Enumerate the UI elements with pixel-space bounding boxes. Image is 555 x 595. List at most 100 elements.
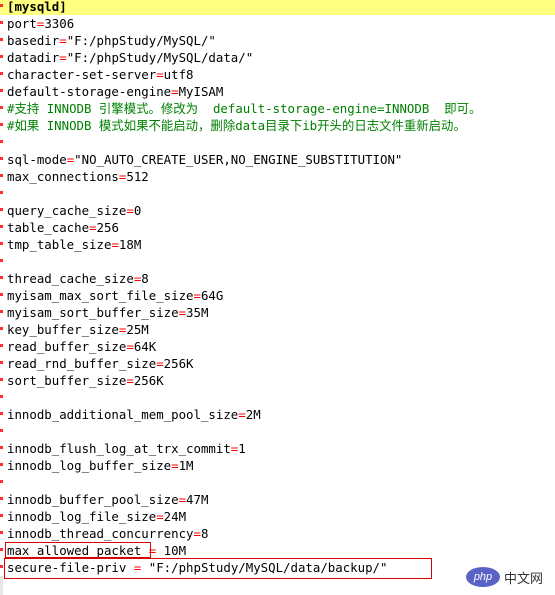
code-line-text: innodb_flush_log_at_trx_commit=1 xyxy=(7,441,246,456)
code-line-text: read_buffer_size=64K xyxy=(7,339,157,354)
code-line[interactable] xyxy=(0,423,555,440)
code-line[interactable]: read_buffer_size=64K xyxy=(0,338,555,355)
fold-marker xyxy=(0,4,3,7)
code-line[interactable]: key_buffer_size=25M xyxy=(0,321,555,338)
fold-marker xyxy=(0,310,3,313)
fold-marker xyxy=(0,89,3,92)
code-line-text: datadir="F:/phpStudy/MySQL/data/" xyxy=(7,50,254,65)
code-line-text: sort_buffer_size=256K xyxy=(7,373,164,388)
fold-marker xyxy=(0,123,3,126)
code-line[interactable]: max_connections=512 xyxy=(0,168,555,185)
code-line[interactable]: #支持 INNODB 引擎模式。修改为 default-storage-engi… xyxy=(0,100,555,117)
code-line-text: #支持 INNODB 引擎模式。修改为 default-storage-engi… xyxy=(7,101,482,116)
code-line-text: innodb_additional_mem_pool_size=2M xyxy=(7,407,261,422)
fold-marker xyxy=(0,225,3,228)
code-line-text: myisam_max_sort_file_size=64G xyxy=(7,288,224,303)
fold-marker xyxy=(0,378,3,381)
fold-marker xyxy=(0,531,3,534)
code-line[interactable]: [mysqld] xyxy=(0,0,555,15)
code-line[interactable] xyxy=(0,389,555,406)
code-line[interactable]: innodb_thread_concurrency=8 xyxy=(0,525,555,542)
code-line[interactable]: myisam_sort_buffer_size=35M xyxy=(0,304,555,321)
code-line-text: default-storage-engine=MyISAM xyxy=(7,84,224,99)
fold-marker xyxy=(0,21,3,24)
fold-marker xyxy=(0,259,3,262)
fold-marker xyxy=(0,55,3,58)
code-line[interactable]: read_rnd_buffer_size=256K xyxy=(0,355,555,372)
code-line[interactable]: #如果 INNODB 模式如果不能启动，删除data目录下ib开头的日志文件重新… xyxy=(0,117,555,134)
code-line-text: [mysqld] xyxy=(7,0,67,14)
fold-marker xyxy=(0,565,3,568)
fold-marker xyxy=(0,276,3,279)
code-line[interactable]: query_cache_size=0 xyxy=(0,202,555,219)
code-line-text: thread_cache_size=8 xyxy=(7,271,149,286)
code-line-text: sql-mode="NO_AUTO_CREATE_USER,NO_ENGINE_… xyxy=(7,152,403,167)
code-line[interactable]: basedir="F:/phpStudy/MySQL/" xyxy=(0,32,555,49)
code-line[interactable]: datadir="F:/phpStudy/MySQL/data/" xyxy=(0,49,555,66)
fold-marker xyxy=(0,463,3,466)
code-line[interactable]: myisam_max_sort_file_size=64G xyxy=(0,287,555,304)
fold-marker xyxy=(0,361,3,364)
code-line-text: secure-file-priv = "F:/phpStudy/MySQL/da… xyxy=(7,560,388,575)
code-line-text: innodb_buffer_pool_size=47M xyxy=(7,492,209,507)
code-line-text: innodb_log_buffer_size=1M xyxy=(7,458,194,473)
fold-marker xyxy=(0,72,3,75)
fold-marker xyxy=(0,548,3,551)
code-line[interactable] xyxy=(0,474,555,491)
code-line[interactable]: innodb_flush_log_at_trx_commit=1 xyxy=(0,440,555,457)
fold-marker xyxy=(0,293,3,296)
fold-marker xyxy=(0,446,3,449)
watermark: php 中文网 xyxy=(466,566,543,588)
code-line[interactable]: character-set-server=utf8 xyxy=(0,66,555,83)
code-line[interactable] xyxy=(0,253,555,270)
code-line[interactable]: table_cache=256 xyxy=(0,219,555,236)
code-line-text: query_cache_size=0 xyxy=(7,203,142,218)
code-line[interactable] xyxy=(0,185,555,202)
code-line-text: table_cache=256 xyxy=(7,220,119,235)
fold-marker xyxy=(0,327,3,330)
code-line-text: max_allowed_packet = 10M xyxy=(7,543,187,558)
code-line[interactable]: innodb_log_file_size=24M xyxy=(0,508,555,525)
fold-marker xyxy=(0,38,3,41)
fold-marker xyxy=(0,106,3,109)
fold-marker xyxy=(0,157,3,160)
fold-marker xyxy=(0,395,3,398)
code-line-text: port=3306 xyxy=(7,16,75,31)
fold-marker xyxy=(0,174,3,177)
php-logo-icon: php xyxy=(466,567,500,587)
code-line-text: character-set-server=utf8 xyxy=(7,67,194,82)
code-line-text: read_rnd_buffer_size=256K xyxy=(7,356,194,371)
code-line[interactable]: innodb_log_buffer_size=1M xyxy=(0,457,555,474)
code-line[interactable]: sort_buffer_size=256K xyxy=(0,372,555,389)
code-line-text: tmp_table_size=18M xyxy=(7,237,142,252)
code-editor[interactable]: [mysqld] port=3306 basedir="F:/phpStudy/My… xyxy=(0,0,555,595)
fold-marker xyxy=(0,344,3,347)
code-line-text: #如果 INNODB 模式如果不能启动，删除data目录下ib开头的日志文件重新… xyxy=(7,118,466,133)
fold-marker xyxy=(0,140,3,143)
code-line[interactable]: max_allowed_packet = 10M xyxy=(0,542,555,559)
code-line[interactable]: default-storage-engine=MyISAM xyxy=(0,83,555,100)
code-line-text: innodb_thread_concurrency=8 xyxy=(7,526,209,541)
code-line[interactable] xyxy=(0,134,555,151)
code-line[interactable]: innodb_additional_mem_pool_size=2M xyxy=(0,406,555,423)
fold-marker xyxy=(0,497,3,500)
code-line[interactable]: innodb_buffer_pool_size=47M xyxy=(0,491,555,508)
code-line-text: key_buffer_size=25M xyxy=(7,322,149,337)
code-line-text: basedir="F:/phpStudy/MySQL/" xyxy=(7,33,216,48)
watermark-text: 中文网 xyxy=(504,571,544,587)
code-line[interactable]: tmp_table_size=18M xyxy=(0,236,555,253)
code-line[interactable]: sql-mode="NO_AUTO_CREATE_USER,NO_ENGINE_… xyxy=(0,151,555,168)
code-line-text: max_connections=512 xyxy=(7,169,149,184)
code-line[interactable]: thread_cache_size=8 xyxy=(0,270,555,287)
code-line-text: innodb_log_file_size=24M xyxy=(7,509,187,524)
fold-marker xyxy=(0,412,3,415)
code-lines[interactable]: [mysqld] port=3306 basedir="F:/phpStudy/My… xyxy=(0,0,555,576)
fold-marker xyxy=(0,429,3,432)
fold-marker xyxy=(0,208,3,211)
fold-marker xyxy=(0,242,3,245)
fold-marker xyxy=(0,191,3,194)
code-line-text: myisam_sort_buffer_size=35M xyxy=(7,305,209,320)
fold-marker xyxy=(0,514,3,517)
code-line[interactable]: port=3306 xyxy=(0,15,555,32)
fold-marker xyxy=(0,480,3,483)
